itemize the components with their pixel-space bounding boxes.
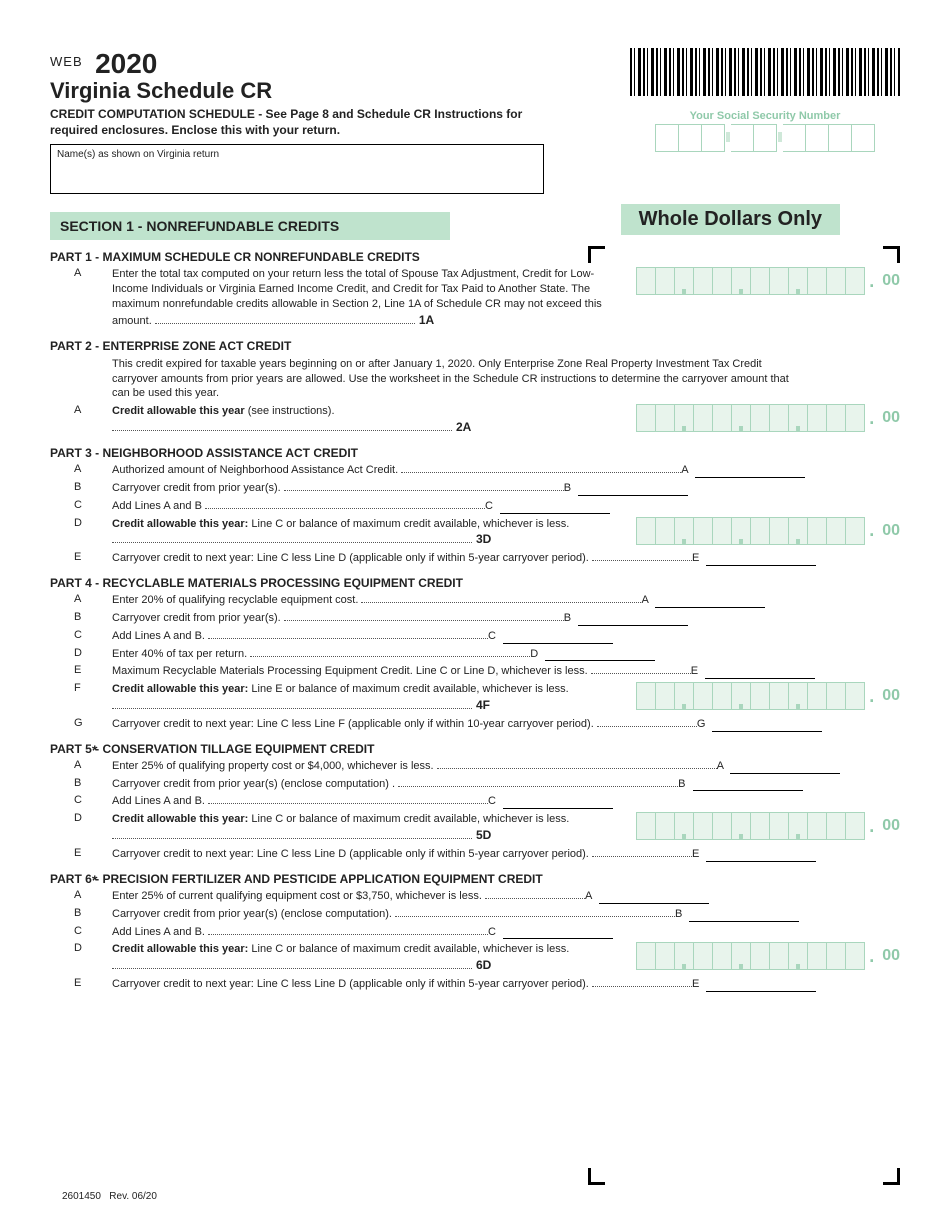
part6-line-c: CAdd Lines A and B. C: [50, 925, 900, 940]
names-input-box[interactable]: Name(s) as shown on Virginia return: [50, 144, 544, 194]
write-in-part6-c[interactable]: [503, 927, 613, 939]
write-in-part6-b[interactable]: [689, 910, 799, 922]
part2-line-a: A Credit allowable this year (see instru…: [50, 404, 900, 436]
part4-line-b: BCarryover credit from prior year(s). B: [50, 611, 900, 626]
write-in-part4-a[interactable]: [655, 596, 765, 608]
part3-header: PART 3 - NEIGHBORHOOD ASSISTANCE ACT CRE…: [50, 446, 900, 460]
write-in-part3-a[interactable]: [695, 466, 805, 478]
part1-line-a: A Enter the total tax computed on your r…: [50, 267, 900, 328]
part3-line-e: ECarryover credit to next year: Line C l…: [50, 551, 900, 566]
write-in-part6-a[interactable]: [599, 892, 709, 904]
write-in-part5-e[interactable]: [706, 850, 816, 862]
form-page: WEB 2020 Virginia Schedule CR CREDIT COM…: [0, 0, 950, 1230]
write-in-part3-e[interactable]: [706, 554, 816, 566]
part4-header: PART 4 - RECYCLABLE MATERIALS PROCESSING…: [50, 576, 900, 590]
part5-line-a: AEnter 25% of qualifying property cost o…: [50, 759, 900, 774]
part2-note: This credit expired for taxable years be…: [112, 357, 802, 402]
form-title: Virginia Schedule CR: [50, 78, 630, 104]
names-label: Name(s) as shown on Virginia return: [57, 149, 219, 160]
write-in-part6-e[interactable]: [706, 980, 816, 992]
part2-header: PART 2 - ENTERPRISE ZONE ACT CREDIT: [50, 339, 900, 353]
ssn-input[interactable]: [630, 124, 900, 152]
whole-dollars-label: Whole Dollars Only: [621, 204, 840, 235]
crop-mark: [588, 1168, 605, 1185]
write-in-part4-e[interactable]: [705, 667, 815, 679]
amount-1a[interactable]: .00: [636, 267, 900, 295]
crop-mark: [588, 246, 605, 263]
part4-line-a: AEnter 20% of qualifying recyclable equi…: [50, 593, 900, 608]
part5-header: *PART 5 - CONSERVATION TILLAGE EQUIPMENT…: [50, 742, 900, 756]
section1-header: SECTION 1 - NONREFUNDABLE CREDITS: [50, 212, 450, 240]
part4-line-c: CAdd Lines A and B. C: [50, 629, 900, 644]
header: WEB 2020 Virginia Schedule CR CREDIT COM…: [50, 48, 900, 194]
write-in-part3-c[interactable]: [500, 502, 610, 514]
write-in-part5-c[interactable]: [503, 797, 613, 809]
footer: 2601450 Rev. 06/20: [62, 1191, 157, 1202]
part6-line-d: DCredit allowable this year: Line C or b…: [50, 942, 900, 974]
part4-line-d: DEnter 40% of tax per return. D: [50, 647, 900, 662]
part6-line-a: AEnter 25% of current qualifying equipme…: [50, 889, 900, 904]
amount-6d[interactable]: .00: [636, 942, 900, 970]
amount-5d[interactable]: .00: [636, 812, 900, 840]
revision: Rev. 06/20: [109, 1191, 157, 1202]
crop-mark: [883, 246, 900, 263]
part6-header: *PART 6 - PRECISION FERTILIZER AND PESTI…: [50, 872, 900, 886]
part5-line-b: BCarryover credit from prior year(s) (en…: [50, 777, 900, 792]
part5-line-e: ECarryover credit to next year: Line C l…: [50, 847, 900, 862]
part1-header: PART 1 - MAXIMUM SCHEDULE CR NONREFUNDAB…: [50, 250, 900, 264]
part3-line-b: BCarryover credit from prior year(s). B: [50, 481, 900, 496]
form-subtitle: CREDIT COMPUTATION SCHEDULE - See Page 8…: [50, 106, 550, 138]
part6-line-b: BCarryover credit from prior year(s) (en…: [50, 907, 900, 922]
amount-2a[interactable]: .00: [636, 404, 900, 432]
amount-3d[interactable]: .00: [636, 517, 900, 545]
ssn-section: Your Social Security Number: [630, 110, 900, 152]
web-label: WEB: [50, 54, 83, 69]
part3-line-a: AAuthorized amount of Neighborhood Assis…: [50, 463, 900, 478]
part5-line-d: DCredit allowable this year: Line C or b…: [50, 812, 900, 844]
amount-4f[interactable]: .00: [636, 682, 900, 710]
crop-mark: [883, 1168, 900, 1185]
write-in-part4-c[interactable]: [503, 632, 613, 644]
write-in-part4-b[interactable]: [578, 614, 688, 626]
barcode: [630, 48, 900, 96]
write-in-part4-d[interactable]: [545, 649, 655, 661]
part5-line-c: CAdd Lines A and B. C: [50, 794, 900, 809]
write-in-part5-a[interactable]: [730, 762, 840, 774]
part4-line-e: EMaximum Recyclable Materials Processing…: [50, 664, 900, 679]
part3-line-d: DCredit allowable this year: Line C or b…: [50, 517, 900, 549]
part4-line-f: FCredit allowable this year: Line E or b…: [50, 682, 900, 714]
star-icon: *: [92, 872, 97, 888]
form-number: 2601450: [62, 1191, 101, 1202]
tax-year: 2020: [95, 48, 157, 79]
part3-line-c: CAdd Lines A and B C: [50, 499, 900, 514]
star-icon: *: [92, 742, 97, 758]
write-in-part3-b[interactable]: [578, 484, 688, 496]
part6-line-e: ECarryover credit to next year: Line C l…: [50, 977, 900, 992]
part4-line-g: GCarryover credit to next year: Line C l…: [50, 717, 900, 732]
ssn-label: Your Social Security Number: [630, 110, 900, 122]
write-in-part5-b[interactable]: [693, 779, 803, 791]
write-in-part4-g[interactable]: [712, 720, 822, 732]
